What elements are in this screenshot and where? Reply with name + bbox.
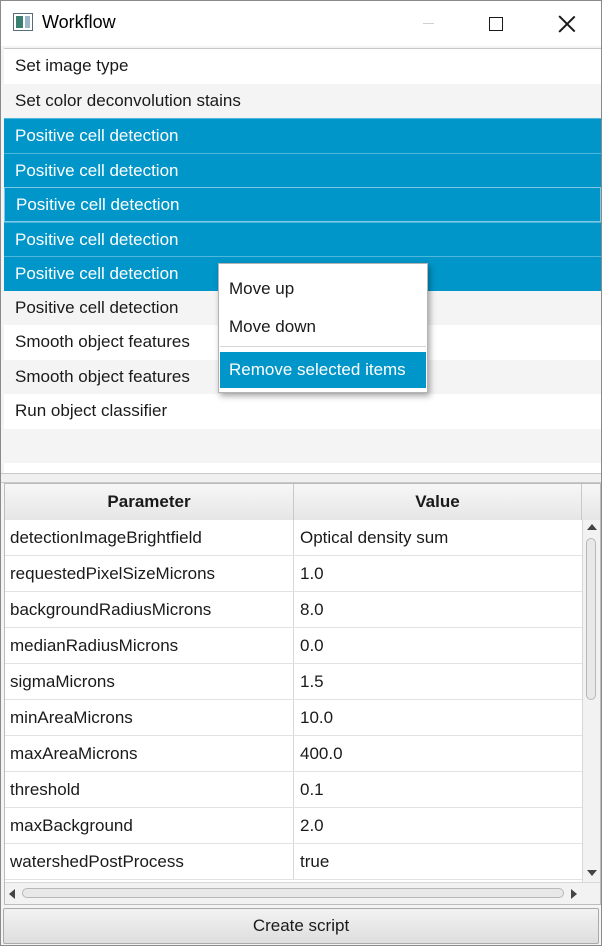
parameter-value-cell[interactable]: 0.1 (294, 772, 582, 807)
table-row[interactable]: requestedPixelSizeMicrons 1.0 (5, 556, 582, 592)
empty-row (4, 428, 601, 463)
table-header: Parameter Value (5, 484, 600, 521)
maximize-button[interactable] (473, 1, 519, 46)
parameter-value-cell[interactable]: 10.0 (294, 700, 582, 735)
scroll-right-icon[interactable] (571, 889, 577, 899)
parameter-name-cell: sigmaMicrons (5, 664, 294, 699)
table-row[interactable]: backgroundRadiusMicrons 8.0 (5, 592, 582, 628)
workflow-step-item[interactable]: Run object classifier (4, 394, 601, 429)
parameter-name-cell: maxAreaMicrons (5, 736, 294, 771)
parameter-name-cell: watershedPostProcess (5, 844, 294, 879)
workflow-step-item[interactable]: Set image type (4, 49, 601, 84)
workflow-step-item[interactable]: Positive cell detection (4, 152, 601, 187)
workflow-step-item[interactable]: Set color deconvolution stains (4, 83, 601, 118)
minimize-icon (422, 23, 434, 24)
vertical-scrollbar[interactable] (582, 520, 600, 882)
parameter-value-cell[interactable]: true (294, 844, 582, 879)
workflow-step-item[interactable]: Positive cell detection (4, 187, 601, 222)
maximize-icon (489, 16, 503, 31)
parameter-value-cell[interactable]: 8.0 (294, 592, 582, 627)
table-row[interactable]: sigmaMicrons 1.5 (5, 664, 582, 700)
context-menu: Move up Move down Remove selected items (218, 263, 428, 393)
close-icon (558, 15, 576, 33)
scroll-down-icon[interactable] (587, 870, 597, 876)
table-row[interactable]: detectionImageBrightfield Optical density… (5, 520, 582, 556)
split-pane-divider[interactable] (1, 473, 601, 483)
table-body: detectionImageBrightfield Optical density… (5, 520, 582, 882)
parameter-value-cell[interactable]: 1.5 (294, 664, 582, 699)
app-icon (13, 13, 33, 31)
create-script-button[interactable]: Create script (3, 908, 599, 944)
parameter-name-cell: threshold (5, 772, 294, 807)
column-header-value[interactable]: Value (294, 484, 582, 520)
parameter-value-cell[interactable]: 1.0 (294, 556, 582, 591)
menu-separator (220, 346, 426, 347)
table-row[interactable]: watershedPostProcess true (5, 844, 582, 880)
parameter-name-cell: backgroundRadiusMicrons (5, 592, 294, 627)
parameter-value-cell[interactable]: 2.0 (294, 808, 582, 843)
vertical-scroll-thumb[interactable] (586, 538, 596, 700)
column-header-parameter[interactable]: Parameter (5, 484, 294, 520)
title-bar[interactable]: Workflow (1, 1, 601, 46)
scroll-left-icon[interactable] (9, 889, 15, 899)
menu-item-move-down[interactable]: Move down (220, 309, 426, 345)
workflow-step-list[interactable]: Set image type Set color deconvolution st… (4, 48, 601, 498)
horizontal-scroll-thumb[interactable] (22, 888, 564, 898)
menu-item-remove-selected[interactable]: Remove selected items (220, 352, 426, 388)
window-title: Workflow (42, 12, 116, 32)
table-row[interactable]: maxAreaMicrons 400.0 (5, 736, 582, 772)
minimize-button[interactable] (405, 1, 451, 46)
parameter-table: Parameter Value detectionImageBrightfiel… (4, 483, 601, 905)
horizontal-scrollbar[interactable] (5, 882, 600, 904)
parameter-value-cell[interactable]: Optical density sum (294, 520, 582, 555)
workflow-step-item[interactable]: Positive cell detection (4, 221, 601, 256)
parameter-name-cell: medianRadiusMicrons (5, 628, 294, 663)
parameter-value-cell[interactable]: 400.0 (294, 736, 582, 771)
workflow-window: Workflow Set image type Set color deconvo… (0, 0, 602, 946)
parameter-name-cell: maxBackground (5, 808, 294, 843)
parameter-name-cell: minAreaMicrons (5, 700, 294, 735)
close-button[interactable] (544, 1, 590, 46)
workflow-step-item[interactable]: Positive cell detection (4, 118, 601, 153)
parameter-name-cell: requestedPixelSizeMicrons (5, 556, 294, 591)
table-row[interactable]: threshold 0.1 (5, 772, 582, 808)
table-row[interactable]: minAreaMicrons 10.0 (5, 700, 582, 736)
parameter-name-cell: detectionImageBrightfield (5, 520, 294, 555)
menu-item-move-up[interactable]: Move up (220, 271, 426, 307)
table-row[interactable]: medianRadiusMicrons 0.0 (5, 628, 582, 664)
scroll-up-icon[interactable] (587, 524, 597, 530)
parameter-value-cell[interactable]: 0.0 (294, 628, 582, 663)
table-row[interactable]: maxBackground 2.0 (5, 808, 582, 844)
